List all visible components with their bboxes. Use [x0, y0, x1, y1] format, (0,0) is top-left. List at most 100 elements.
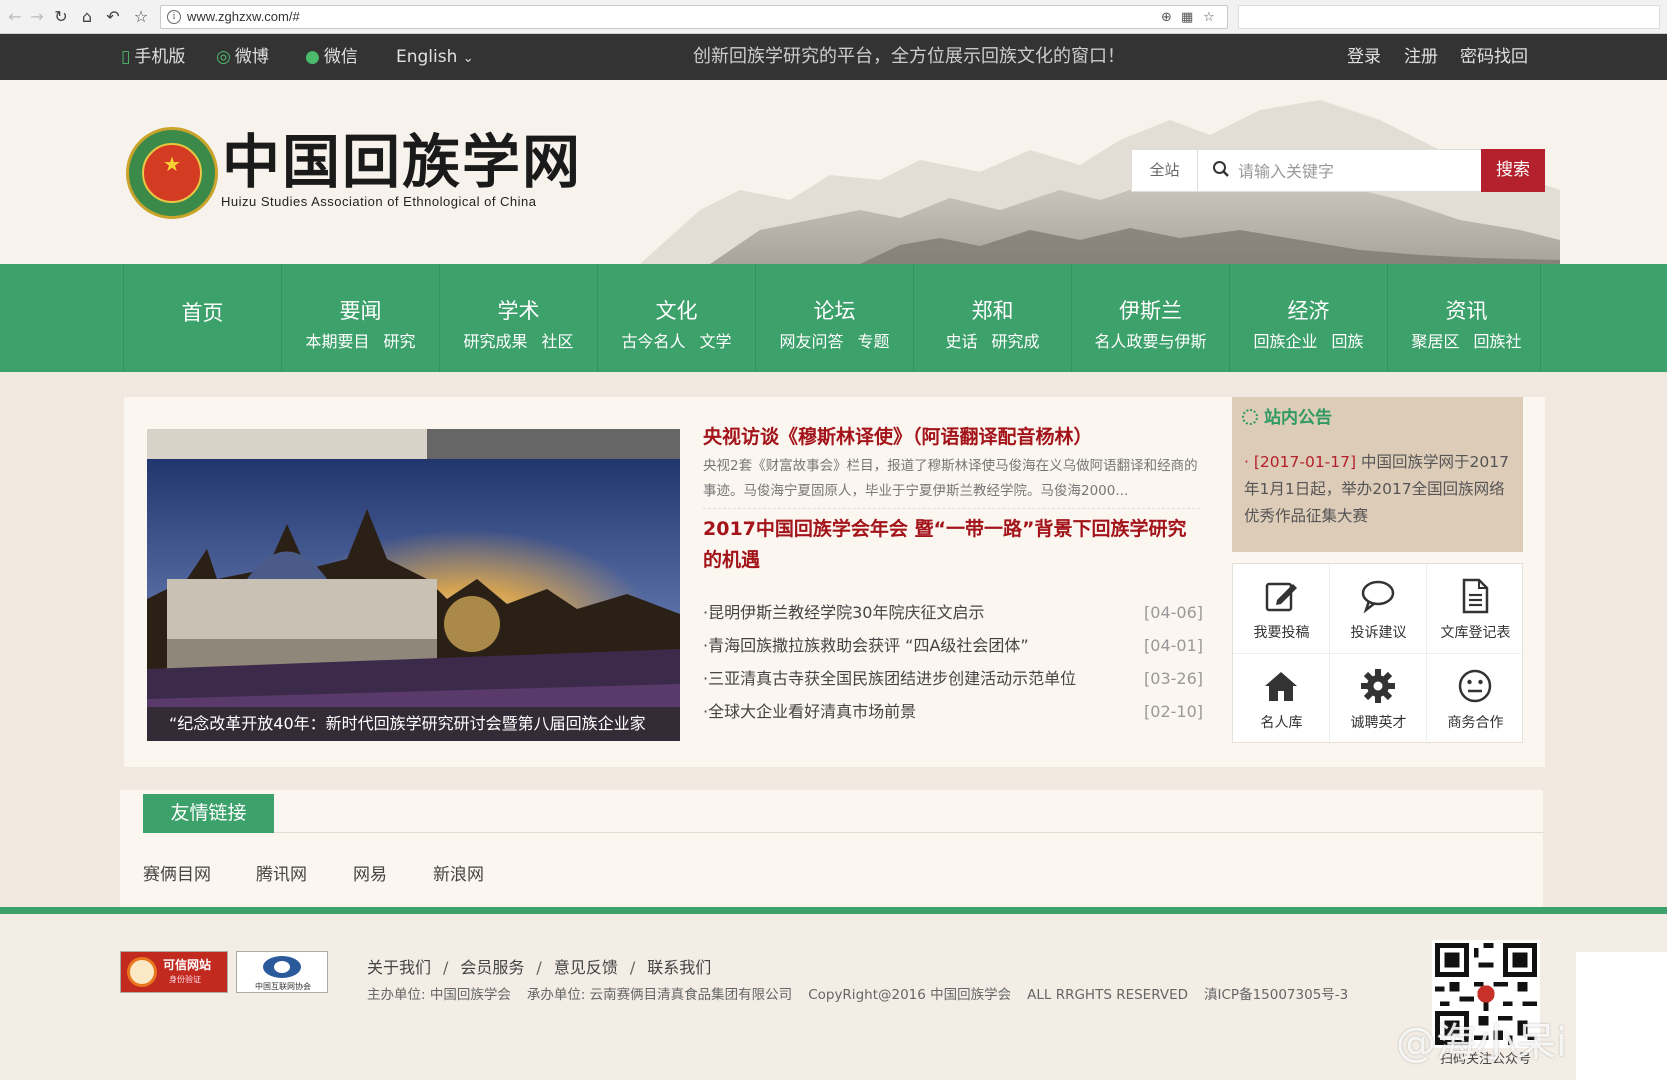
- news-item-title[interactable]: ·青海回族撒拉族救助会获评 “四A级社会团体”: [703, 636, 1029, 655]
- nav-forum-link[interactable]: 论坛: [756, 298, 913, 324]
- site-title[interactable]: 中国回族学网: [222, 128, 582, 196]
- careers-button[interactable]: 诚聘英才: [1330, 654, 1427, 744]
- url-text[interactable]: www.zghzxw.com/#: [187, 6, 300, 28]
- home-icon[interactable]: ⌂: [76, 6, 98, 28]
- nav-academic-link[interactable]: 学术: [440, 298, 597, 324]
- star-icon: ★: [163, 152, 181, 176]
- weibo-watermark: @海小呆i: [1396, 1020, 1568, 1066]
- nav-sub-link[interactable]: 研究成果: [463, 332, 527, 351]
- weibo-link[interactable]: ◎ 微博: [216, 34, 269, 80]
- nav-info-link[interactable]: 资讯: [1388, 298, 1545, 324]
- notice-item[interactable]: · [2017-01-17] 中国回族学网于2017年1月1日起，举办2017全…: [1244, 449, 1514, 530]
- news-item-date: [04-01]: [1144, 636, 1203, 655]
- news-item-title[interactable]: ·昆明伊斯兰教经学院30年院庆征文启示: [703, 603, 984, 622]
- loading-icon: [1242, 409, 1258, 425]
- nav-home-link[interactable]: 首页: [124, 300, 281, 326]
- contact-link[interactable]: 联系我们: [647, 958, 711, 977]
- news-item[interactable]: ·三亚清真古寺获全国民族团结进步创建活动示范单位 [03-26]: [703, 662, 1203, 695]
- nav-sub-link[interactable]: 史话: [945, 332, 977, 351]
- nav-sub-link[interactable]: 回族企业: [1253, 332, 1317, 351]
- notice-title-text: 站内公告: [1264, 408, 1332, 428]
- info-icon[interactable]: i: [167, 10, 181, 24]
- smiley-icon: [1458, 669, 1492, 703]
- submit-article-button[interactable]: 我要投稿: [1233, 564, 1330, 654]
- back-icon[interactable]: ←: [4, 6, 26, 28]
- browser-search-field[interactable]: [1238, 5, 1660, 29]
- forward-icon[interactable]: →: [26, 6, 48, 28]
- site-notice-panel: 站内公告 · [2017-01-17] 中国回族学网于2017年1月1日起，举办…: [1232, 397, 1523, 552]
- nav-sub-link[interactable]: 古今名人: [621, 332, 685, 351]
- friend-link[interactable]: 新浪网: [433, 860, 484, 885]
- wechat-link[interactable]: ● 微信: [305, 34, 358, 80]
- about-link[interactable]: 关于我们: [367, 958, 431, 977]
- news-divider: [703, 508, 1200, 509]
- nav-sub-link[interactable]: 专题: [858, 332, 890, 351]
- address-bar[interactable]: i www.zghzxw.com/# ⊕ ▦ ☆: [160, 5, 1228, 29]
- library-registration-button[interactable]: 文库登记表: [1427, 564, 1524, 654]
- complaint-button[interactable]: 投诉建议: [1330, 564, 1427, 654]
- news-item[interactable]: ·青海回族撒拉族救助会获评 “四A级社会团体” [04-01]: [703, 629, 1203, 662]
- notice-bullet: ·: [1244, 453, 1249, 471]
- reload-icon[interactable]: ↻: [50, 6, 72, 28]
- slide-caption[interactable]: “纪念改革开放40年：新时代回族学研究研讨会暨第八届回族企业家: [147, 707, 680, 741]
- news-item-date: [04-06]: [1144, 603, 1203, 622]
- nav-sub-link[interactable]: 文学: [700, 332, 732, 351]
- featured-slideshow[interactable]: “纪念改革开放40年：新时代回族学研究研讨会暨第八届回族企业家: [147, 429, 680, 741]
- wechat-icon: ●: [305, 47, 320, 67]
- feedback-link[interactable]: 意见反馈: [554, 958, 618, 977]
- search-icon: [1213, 161, 1229, 177]
- news-item[interactable]: ·昆明伊斯兰教经学院30年院庆征文启示 [04-06]: [703, 596, 1203, 629]
- nav-sub-link[interactable]: 本期要目: [305, 332, 369, 351]
- qr-code-icon[interactable]: ▦: [1181, 8, 1193, 28]
- nav-sub-link[interactable]: 名人政要与伊斯: [1094, 332, 1206, 351]
- headline-summary: 央视2套《财富故事会》栏目，报道了穆斯林译使马俊海在义乌做阿语翻译和经商的事迹。…: [703, 458, 1198, 499]
- nav-islam-link[interactable]: 伊斯兰: [1072, 298, 1229, 324]
- news-item-date: [03-26]: [1144, 669, 1203, 688]
- nav-item-economy: 经济 回族企业 回族: [1229, 264, 1387, 372]
- mosque-sunset-photo: [147, 429, 680, 741]
- business-cooperation-button[interactable]: 商务合作: [1427, 654, 1524, 744]
- phone-icon: ▯: [121, 47, 131, 67]
- friend-link[interactable]: 赛俩目网: [143, 860, 211, 885]
- icp-number[interactable]: 滇ICP备15007305号-3: [1204, 987, 1348, 1003]
- headline-top-story[interactable]: 央视访谈《穆斯林译使》（阿语翻译配音杨林）: [703, 422, 1093, 449]
- nav-zhenghe-link[interactable]: 郑和: [914, 298, 1071, 324]
- nav-sub-link[interactable]: 研究成: [992, 332, 1040, 351]
- search-scope-select[interactable]: 全站: [1132, 150, 1198, 191]
- zoom-icon[interactable]: ⊕: [1161, 8, 1172, 28]
- host-org: 主办单位: 中国回族学会: [367, 987, 511, 1003]
- nav-sub-link[interactable]: 研究: [384, 332, 416, 351]
- nav-sub-link[interactable]: 聚居区: [1411, 332, 1459, 351]
- friend-link[interactable]: 腾讯网: [256, 860, 307, 885]
- favorite-star-icon[interactable]: ☆: [1203, 8, 1215, 28]
- nav-news-link[interactable]: 要闻: [282, 298, 439, 324]
- news-item[interactable]: ·全球大企业看好清真市场前景 [02-10]: [703, 695, 1203, 728]
- internet-society-badge[interactable]: 中国互联网协会: [236, 951, 328, 993]
- news-item-title[interactable]: ·全球大企业看好清真市场前景: [703, 702, 916, 721]
- trusted-site-badge[interactable]: 可信网站 身份验证: [120, 951, 228, 993]
- mobile-link[interactable]: ▯ 手机版: [121, 34, 185, 80]
- news-item-title[interactable]: ·三亚清真古寺获全国民族团结进步创建活动示范单位: [703, 669, 1076, 688]
- nav-sub-link[interactable]: 社区: [542, 332, 574, 351]
- nav-culture-link[interactable]: 文化: [598, 298, 755, 324]
- search-input[interactable]: [1238, 155, 1478, 187]
- nav-sub-link[interactable]: 回族: [1332, 332, 1364, 351]
- headline-second-story[interactable]: 2017中国回族学会年会 暨“一带一路”背景下回族学研究的机遇: [703, 514, 1203, 576]
- member-service-link[interactable]: 会员服务: [460, 958, 524, 977]
- organizer-org: 承办单位: 云南赛俩目清真食品集团有限公司: [526, 987, 793, 1003]
- nav-sub-link[interactable]: 网友问答: [779, 332, 843, 351]
- bookmark-star-icon[interactable]: ☆: [130, 6, 152, 28]
- password-recover-link[interactable]: 密码找回: [1460, 34, 1528, 80]
- nav-sub-link[interactable]: 回族社: [1474, 332, 1522, 351]
- undo-icon[interactable]: ↶: [102, 6, 124, 28]
- search-button[interactable]: 搜索: [1481, 149, 1545, 192]
- login-link[interactable]: 登录: [1347, 34, 1381, 80]
- language-switch[interactable]: English ⌄: [396, 34, 474, 82]
- celebrity-database-button[interactable]: 名人库: [1233, 654, 1330, 744]
- society-emblem-logo[interactable]: ★: [126, 127, 218, 219]
- document-icon: [1462, 578, 1489, 614]
- register-link[interactable]: 注册: [1404, 34, 1438, 80]
- mobile-label: 手机版: [134, 47, 186, 67]
- friend-link[interactable]: 网易: [353, 860, 387, 885]
- nav-economy-link[interactable]: 经济: [1230, 298, 1387, 324]
